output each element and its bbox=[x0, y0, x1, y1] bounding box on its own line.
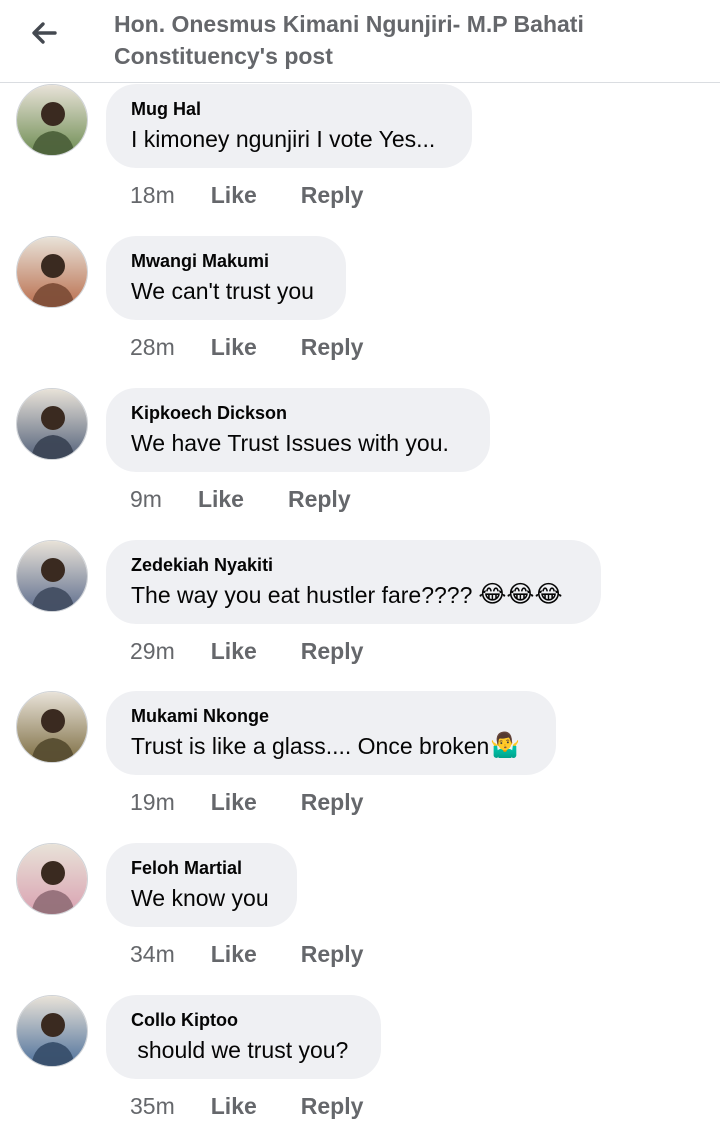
comment-text: The way you eat hustler fare???? bbox=[131, 582, 473, 608]
comment-text: Trust is like a glass.... Once broken bbox=[131, 733, 490, 759]
reply-button[interactable]: Reply bbox=[288, 486, 351, 513]
comment-text-row: We can't trust you bbox=[131, 276, 320, 306]
comment-actions: 29m Like Reply bbox=[130, 636, 363, 666]
comment-item: Mwangi Makumi We can't trust you 28m Like Re… bbox=[0, 236, 720, 388]
avatar-photo bbox=[17, 541, 87, 611]
comment-text-row: should we trust you? bbox=[131, 1035, 355, 1065]
avatar[interactable] bbox=[16, 84, 88, 156]
comment-timestamp[interactable]: 34m bbox=[130, 941, 175, 968]
avatar-photo bbox=[17, 389, 87, 459]
comment-author[interactable]: Mukami Nkonge bbox=[131, 705, 530, 727]
comment-bubble[interactable]: Kipkoech Dickson We have Trust Issues wit… bbox=[106, 388, 490, 472]
comment-text-row: We know you bbox=[131, 883, 271, 913]
comment-bubble[interactable]: Mukami Nkonge Trust is like a glass.... O… bbox=[106, 691, 556, 775]
avatar[interactable] bbox=[16, 236, 88, 308]
comment-text-row: The way you eat hustler fare???? 😂😂😂 bbox=[131, 580, 575, 610]
comment-actions: 35m Like Reply bbox=[130, 1091, 363, 1121]
comment-actions: 18m Like Reply bbox=[130, 180, 363, 210]
avatar[interactable] bbox=[16, 691, 88, 763]
like-button[interactable]: Like bbox=[211, 941, 257, 968]
comment-item: Collo Kiptoo should we trust you? 35m Like… bbox=[0, 995, 720, 1147]
like-button[interactable]: Like bbox=[211, 182, 257, 209]
reply-button[interactable]: Reply bbox=[301, 941, 364, 968]
reply-button[interactable]: Reply bbox=[301, 1093, 364, 1120]
comment-timestamp[interactable]: 19m bbox=[130, 789, 175, 816]
avatar-photo bbox=[17, 996, 87, 1066]
comment-author[interactable]: Zedekiah Nyakiti bbox=[131, 554, 575, 576]
comment-timestamp[interactable]: 9m bbox=[130, 486, 162, 513]
comment-text-row: We have Trust Issues with you. bbox=[131, 428, 464, 458]
emoji-icon: 😂😂😂 bbox=[478, 581, 563, 608]
avatar-photo bbox=[17, 85, 87, 155]
comment-author[interactable]: Collo Kiptoo bbox=[131, 1009, 355, 1031]
avatar[interactable] bbox=[16, 540, 88, 612]
comment-author[interactable]: Mwangi Makumi bbox=[131, 250, 320, 272]
comment-timestamp[interactable]: 35m bbox=[130, 1093, 175, 1120]
comment-actions: 28m Like Reply bbox=[130, 332, 363, 362]
comment-timestamp[interactable]: 18m bbox=[130, 182, 175, 209]
comment-item: Mug Hal I kimoney ngunjiri I vote Yes... 1… bbox=[0, 84, 720, 236]
avatar[interactable] bbox=[16, 843, 88, 915]
comment-text-row: I kimoney ngunjiri I vote Yes... bbox=[131, 124, 446, 154]
like-button[interactable]: Like bbox=[211, 789, 257, 816]
reply-button[interactable]: Reply bbox=[301, 182, 364, 209]
avatar[interactable] bbox=[16, 995, 88, 1067]
comment-item: Mukami Nkonge Trust is like a glass.... O… bbox=[0, 691, 720, 843]
comment-bubble[interactable]: Mug Hal I kimoney ngunjiri I vote Yes... bbox=[106, 84, 472, 168]
comment-author[interactable]: Mug Hal bbox=[131, 98, 446, 120]
comment-text: I kimoney ngunjiri I vote Yes... bbox=[131, 126, 436, 152]
emoji-icon: 🤷‍♂️ bbox=[490, 732, 521, 759]
comment-actions: 9m Like Reply bbox=[130, 484, 351, 514]
like-button[interactable]: Like bbox=[211, 334, 257, 361]
comment-actions: 34m Like Reply bbox=[130, 939, 363, 969]
comment-text-row: Trust is like a glass.... Once broken 🤷‍♂… bbox=[131, 731, 530, 761]
like-button[interactable]: Like bbox=[211, 1093, 257, 1120]
comment-text: We know you bbox=[131, 885, 269, 911]
comment-timestamp[interactable]: 28m bbox=[130, 334, 175, 361]
comment-author[interactable]: Feloh Martial bbox=[131, 857, 271, 879]
like-button[interactable]: Like bbox=[198, 486, 244, 513]
comment-text: should we trust you? bbox=[131, 1037, 349, 1063]
comment-timestamp[interactable]: 29m bbox=[130, 638, 175, 665]
reply-button[interactable]: Reply bbox=[301, 789, 364, 816]
like-button[interactable]: Like bbox=[211, 638, 257, 665]
reply-button[interactable]: Reply bbox=[301, 638, 364, 665]
comment-bubble[interactable]: Mwangi Makumi We can't trust you bbox=[106, 236, 346, 320]
comment-item: Kipkoech Dickson We have Trust Issues wit… bbox=[0, 388, 720, 540]
comment-bubble[interactable]: Zedekiah Nyakiti The way you eat hustler … bbox=[106, 540, 601, 624]
comment-bubble[interactable]: Collo Kiptoo should we trust you? bbox=[106, 995, 381, 1079]
comment-item: Feloh Martial We know you 34m Like Reply bbox=[0, 843, 720, 995]
avatar-photo bbox=[17, 237, 87, 307]
post-title: Hon. Onesmus Kimani Ngunjiri- M.P Bahati… bbox=[114, 11, 584, 69]
comment-bubble[interactable]: Feloh Martial We know you bbox=[106, 843, 297, 927]
comment-actions: 19m Like Reply bbox=[130, 787, 363, 817]
avatar-photo bbox=[17, 844, 87, 914]
reply-button[interactable]: Reply bbox=[301, 334, 364, 361]
avatar-photo bbox=[17, 692, 87, 762]
back-arrow-icon bbox=[32, 22, 57, 44]
comment-author[interactable]: Kipkoech Dickson bbox=[131, 402, 464, 424]
top-bar: Hon. Onesmus Kimani Ngunjiri- M.P Bahati… bbox=[0, 0, 720, 83]
back-button[interactable] bbox=[26, 18, 62, 48]
avatar[interactable] bbox=[16, 388, 88, 460]
comment-item: Zedekiah Nyakiti The way you eat hustler … bbox=[0, 540, 720, 692]
comment-text: We have Trust Issues with you. bbox=[131, 430, 449, 456]
comment-text: We can't trust you bbox=[131, 278, 314, 304]
